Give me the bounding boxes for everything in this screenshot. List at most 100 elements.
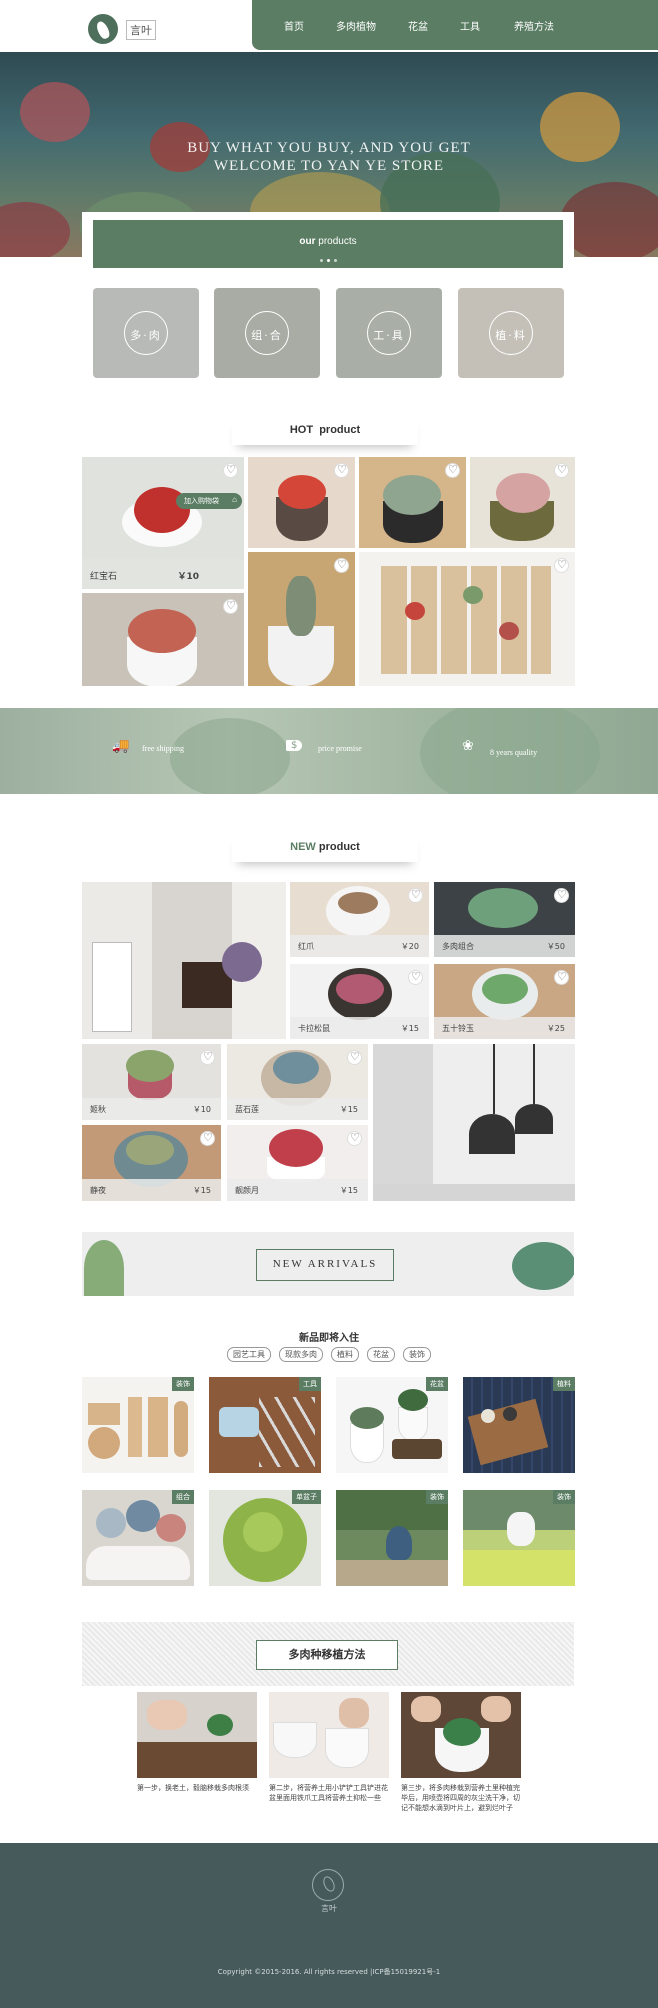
transplant-method-banner: 多肉种移植方法 — [82, 1622, 574, 1686]
favorite-icon[interactable] — [347, 1050, 362, 1065]
our-products-panel: our products — [82, 212, 574, 276]
hot-product-tile[interactable] — [248, 552, 355, 686]
tropical-leaf-decoration — [512, 1242, 574, 1290]
nav-care-methods[interactable]: 养殖方法 — [514, 18, 554, 33]
price-bar: 多肉组合 ￥50 — [434, 935, 575, 957]
price-tag-icon: $ — [286, 740, 303, 751]
method-step: 第二步，将营养土用小铲铲工具铲进花盆里面用铁爪工具将营养土抑松一些 — [269, 1692, 389, 1803]
product-badge: 装饰 — [553, 1490, 575, 1504]
nav-tools[interactable]: 工具 — [460, 18, 480, 33]
hero-plant — [560, 182, 658, 257]
hot-product-tile[interactable] — [470, 457, 575, 548]
carousel-dots[interactable] — [93, 254, 563, 265]
new-arrivals-banner: NEW ARRIVALS — [82, 1232, 574, 1296]
nav-succulents[interactable]: 多肉植物 — [336, 18, 376, 33]
product-name: 红宝石 — [90, 572, 118, 582]
category-combos[interactable]: 组·合 — [214, 288, 320, 378]
coming-product-tile[interactable]: 装饰 — [463, 1490, 575, 1586]
new-interior-image[interactable] — [373, 1044, 575, 1201]
nav-pots[interactable]: 花盆 — [408, 18, 428, 33]
category-tags: 园艺工具 现款多肉 植料 花盆 装饰 — [0, 1347, 658, 1362]
category-label: 多·肉 — [130, 329, 162, 342]
truck-icon: 🚚 — [112, 738, 130, 754]
method-step-text: 第二步，将营养土用小铲铲工具铲进花盆里面用铁爪工具将营养土抑松一些 — [269, 1784, 388, 1802]
new-product-tile[interactable]: 卡拉松鼠￥15 — [290, 964, 429, 1039]
bag-icon: ⌂ — [232, 495, 237, 504]
product-badge: 植料 — [553, 1377, 575, 1391]
favorite-icon[interactable] — [347, 1131, 362, 1146]
method-step-text: 第三步，将多肉移栽到营养土里种植完毕后，用喷壶将四周的灰尘洗干净，切记不能想水滴… — [401, 1784, 520, 1812]
our-products-bar: our products — [93, 220, 563, 268]
product-badge: 单盆子 — [292, 1490, 321, 1504]
favorite-icon[interactable] — [554, 888, 569, 903]
new-product-tile[interactable]: 靓颜月￥15 — [227, 1125, 368, 1201]
nav-home[interactable]: 首页 — [284, 18, 304, 33]
method-step-image — [137, 1692, 257, 1778]
favorite-icon[interactable] — [445, 463, 460, 478]
price-bar: 卡拉松鼠 ￥15 — [290, 1017, 429, 1039]
hot-product-tile[interactable] — [248, 457, 355, 548]
palm-leaf-decoration — [84, 1240, 124, 1296]
hot-product-tile[interactable] — [359, 552, 575, 686]
new-product-tile[interactable]: 蓝石莲￥15 — [227, 1044, 368, 1120]
our-products-title: our products — [299, 236, 357, 247]
favorite-icon[interactable] — [223, 463, 238, 478]
product-badge: 花盆 — [426, 1377, 448, 1391]
coming-product-tile[interactable]: 工具 — [209, 1377, 321, 1473]
favorite-icon[interactable] — [554, 463, 569, 478]
category-label: 工·具 — [373, 329, 405, 342]
favorite-icon[interactable] — [334, 463, 349, 478]
tag-succulents[interactable]: 现款多肉 — [279, 1347, 323, 1362]
method-step-text: 第一步，换老土，毅脑移栽多肉根须 — [137, 1784, 249, 1792]
favorite-icon[interactable] — [200, 1131, 215, 1146]
hero-plant — [0, 202, 70, 257]
coming-product-tile[interactable]: 装饰 — [82, 1377, 194, 1473]
category-tools[interactable]: 工·具 — [336, 288, 442, 378]
new-product-tile[interactable]: 红爪￥20 — [290, 882, 429, 957]
award-ribbon-icon: ❀ — [462, 738, 474, 754]
price-bar: 红宝石 ￥10 — [82, 559, 244, 589]
favorite-icon[interactable] — [408, 970, 423, 985]
site-footer: 言叶 Copyright ©2015-2016. All rights rese… — [0, 1843, 658, 2008]
tag-garden-tools[interactable]: 园艺工具 — [227, 1347, 271, 1362]
product-badge: 组合 — [172, 1490, 194, 1504]
price-bar: 靓颜月 ￥15 — [227, 1179, 368, 1201]
new-product-tile[interactable]: 静夜￥15 — [82, 1125, 221, 1201]
favorite-icon[interactable] — [408, 888, 423, 903]
main-nav: 首页 多肉植物 花盆 工具 养殖方法 — [252, 0, 658, 50]
service-features-band: 🚚 free shipping $ price promise ❀ 8 year… — [0, 708, 658, 794]
favorite-icon[interactable] — [200, 1050, 215, 1065]
new-product-title: NEW product — [232, 832, 418, 862]
price-bar: 姬秋 ￥10 — [82, 1098, 221, 1120]
new-feature-image[interactable] — [82, 882, 286, 1039]
site-logo[interactable]: 言叶 — [84, 12, 156, 44]
add-to-cart-button[interactable]: 加入购物袋 ⌂ — [176, 493, 242, 509]
favorite-icon[interactable] — [554, 558, 569, 573]
product-badge: 装饰 — [426, 1490, 448, 1504]
tag-decor[interactable]: 装饰 — [403, 1347, 431, 1362]
category-soil[interactable]: 植·料 — [458, 288, 564, 378]
hot-featured-product[interactable]: 加入购物袋 ⌂ 红宝石 ￥10 — [82, 457, 244, 589]
coming-product-tile[interactable]: 装饰 — [336, 1490, 448, 1586]
category-succulents[interactable]: 多·肉 — [93, 288, 199, 378]
coming-product-tile[interactable]: 花盆 — [336, 1377, 448, 1473]
hot-product-tile[interactable] — [82, 593, 244, 686]
coming-product-tile[interactable]: 植料 — [463, 1377, 575, 1473]
new-product-tile[interactable]: 姬秋￥10 — [82, 1044, 221, 1120]
tag-soil[interactable]: 植料 — [331, 1347, 359, 1362]
feature-quality: 8 years quality — [490, 748, 538, 757]
favorite-icon[interactable] — [554, 970, 569, 985]
new-product-tile[interactable]: 五十铃玉￥25 — [434, 964, 575, 1039]
transplant-method-title: 多肉种移植方法 — [256, 1640, 398, 1670]
footer-leaf-logo-icon — [312, 1869, 344, 1901]
footer-logo-text: 言叶 — [321, 1904, 337, 1913]
hot-product-title: HOT product — [232, 415, 418, 445]
new-product-tile[interactable]: 多肉组合￥50 — [434, 882, 575, 957]
coming-product-tile[interactable]: 单盆子 — [209, 1490, 321, 1586]
leaf-logo-icon — [88, 14, 118, 44]
hot-product-tile[interactable] — [359, 457, 466, 548]
tag-pots[interactable]: 花盆 — [367, 1347, 395, 1362]
favorite-icon[interactable] — [223, 599, 238, 614]
coming-product-tile[interactable]: 组合 — [82, 1490, 194, 1586]
favorite-icon[interactable] — [334, 558, 349, 573]
